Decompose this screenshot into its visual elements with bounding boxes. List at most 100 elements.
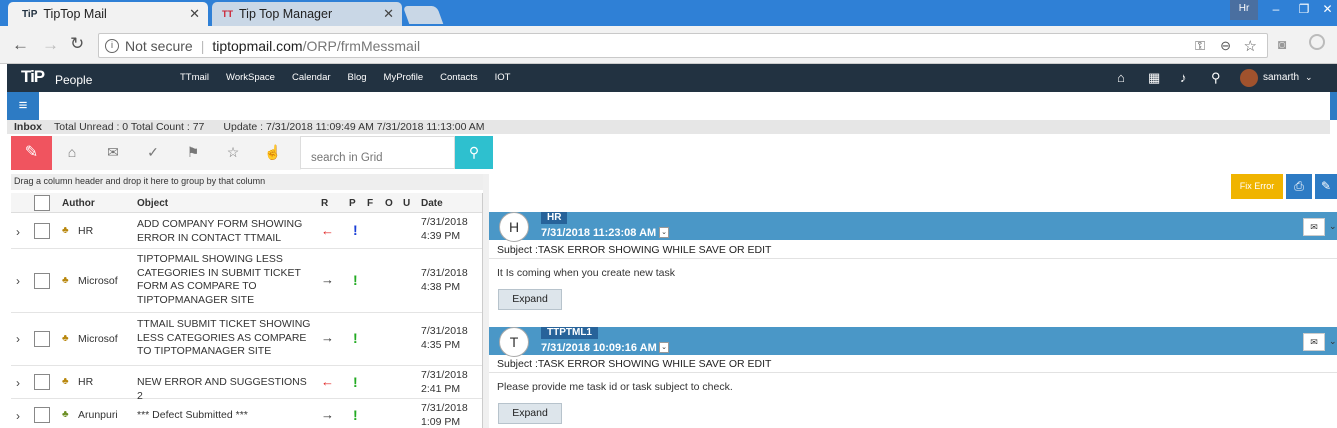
inbox-icon[interactable]: ⌂ (63, 144, 81, 162)
nav-contacts[interactable]: Contacts (440, 72, 478, 83)
reload-icon[interactable]: ↻ (70, 34, 84, 54)
info-icon[interactable]: i (105, 38, 119, 53)
nav-calendar[interactable]: Calendar (292, 72, 331, 83)
user-icon: ♣ (62, 225, 69, 236)
new-tab-button[interactable] (402, 6, 444, 24)
user-search-icon[interactable]: ⚲ (1211, 70, 1221, 86)
chevron-right-icon[interactable]: › (16, 376, 20, 390)
row-checkbox[interactable] (34, 273, 50, 289)
key-icon[interactable]: ⚿ (1195, 38, 1205, 54)
row-object[interactable]: *** Defect Submitted *** (137, 409, 315, 423)
star-icon[interactable]: ☆ (224, 144, 242, 162)
col-author[interactable]: Author (62, 198, 95, 209)
table-row[interactable]: › ♣ HR ADD COMPANY FORM SHOWING ERROR IN… (11, 214, 482, 249)
right-edge-accent (1330, 92, 1337, 120)
row-author: HR (78, 376, 94, 388)
chevron-down-icon[interactable]: ⌄ (659, 227, 669, 238)
row-object[interactable]: NEW ERROR AND SUGGESTIONS 2 (137, 376, 315, 403)
back-icon[interactable]: ← (12, 35, 29, 55)
divider (489, 258, 1337, 259)
table-row[interactable]: › ♣ Microsof TTMAIL SUBMIT TICKET SHOWIN… (11, 314, 482, 366)
app-navbar: TiP People TTmail WorkSpace Calendar Blo… (7, 64, 1330, 92)
address-bar[interactable]: i Not secure | tiptopmail.com/ORP/frmMes… (98, 33, 1268, 58)
bell-icon[interactable]: ♪ (1180, 70, 1187, 85)
grid-search-input[interactable] (300, 136, 455, 169)
chevron-right-icon[interactable]: › (16, 332, 20, 346)
extension-icon[interactable] (1309, 34, 1325, 50)
chevron-right-icon[interactable]: › (16, 409, 20, 423)
tab-tiptop-manager[interactable]: TT Tip Top Manager ✕ (212, 2, 402, 26)
row-checkbox[interactable] (34, 407, 50, 423)
col-date[interactable]: Date (421, 198, 443, 209)
row-checkbox[interactable] (34, 223, 50, 239)
chevron-down-icon[interactable]: ⌄ (1329, 336, 1337, 347)
print-icon[interactable]: ⎙ (1286, 174, 1312, 199)
chevron-down-icon[interactable]: ⌄ (1305, 72, 1313, 83)
expand-button[interactable]: Expand (498, 403, 562, 424)
tab-tiptop-mail[interactable]: TiP TipTop Mail ✕ (8, 2, 208, 26)
row-checkbox[interactable] (34, 374, 50, 390)
thumbs-up-icon[interactable]: ☝ (264, 144, 282, 162)
calendar-icon[interactable]: ▦ (1148, 70, 1160, 86)
table-row[interactable]: › ♣ HR NEW ERROR AND SUGGESTIONS 2 ← ! 7… (11, 367, 482, 402)
app-logo[interactable]: TiP (21, 67, 45, 87)
priority-icon: ! (353, 374, 358, 390)
nav-ttmail[interactable]: TTmail (180, 72, 209, 83)
bookmark-star-icon[interactable]: ☆ (1244, 37, 1257, 55)
menu-toggle-icon[interactable]: ≡ (7, 92, 39, 120)
avatar[interactable] (1240, 69, 1258, 87)
col-object[interactable]: Object (137, 198, 168, 209)
restore-icon[interactable]: ❐ (1290, 0, 1318, 20)
row-object[interactable]: ADD COMPANY FORM SHOWING ERROR IN CONTAC… (137, 218, 315, 245)
chevron-down-icon[interactable]: ⌄ (659, 342, 669, 353)
close-icon[interactable]: ✕ (383, 6, 394, 22)
edit-icon[interactable]: ✎ (1315, 174, 1337, 199)
table-row[interactable]: › ♣ Arunpuri *** Defect Submitted *** → … (11, 400, 482, 428)
col-u[interactable]: U (403, 198, 410, 209)
chevron-right-icon[interactable]: › (16, 274, 20, 288)
forward-icon[interactable]: → (42, 35, 59, 55)
message-actions-icon[interactable]: ✉ (1303, 333, 1325, 351)
sender-avatar: T (499, 327, 529, 357)
select-all-checkbox[interactable] (34, 195, 50, 211)
chevron-right-icon[interactable]: › (16, 225, 20, 239)
col-o[interactable]: O (385, 198, 393, 209)
row-object[interactable]: TTMAIL SUBMIT TICKET SHOWING LESS CATEGO… (137, 318, 315, 359)
user-name[interactable]: samarth (1263, 72, 1299, 83)
priority-icon: ! (353, 407, 358, 423)
home-icon[interactable]: ⌂ (1117, 70, 1125, 85)
minimize-icon[interactable]: – (1262, 0, 1290, 20)
check-circle-icon[interactable]: ✓ (144, 144, 162, 162)
main-nav: TTmail WorkSpace Calendar Blog MyProfile… (180, 72, 527, 83)
row-object[interactable]: TIPTOPMAIL SHOWING LESS CATEGORIES IN SU… (137, 253, 315, 307)
table-row[interactable]: › ♣ Microsof TIPTOPMAIL SHOWING LESS CAT… (11, 250, 482, 313)
col-f[interactable]: F (367, 198, 373, 209)
message-body: It Is coming when you create new task (497, 267, 676, 279)
close-window-icon[interactable]: ✕ (1318, 0, 1337, 20)
zoom-icon[interactable]: ⊖ (1220, 38, 1231, 54)
row-checkbox[interactable] (34, 331, 50, 347)
user-group-icon: ♣ (62, 409, 69, 420)
fix-error-button[interactable]: Fix Error (1231, 174, 1283, 199)
col-r[interactable]: R (321, 198, 328, 209)
nav-myprofile[interactable]: MyProfile (384, 72, 424, 83)
profile-badge[interactable]: Hr (1230, 0, 1258, 20)
forward-arrow-icon: → (321, 272, 334, 287)
inbox-status-bar: Inbox Total Unread : 0 Total Count : 77 … (7, 120, 1330, 134)
close-icon[interactable]: ✕ (189, 6, 200, 22)
camera-icon[interactable]: ◙ (1278, 36, 1286, 52)
compose-pencil-icon[interactable]: ✎ (11, 136, 52, 170)
nav-workspace[interactable]: WorkSpace (226, 72, 275, 83)
expand-button[interactable]: Expand (498, 289, 562, 310)
col-p[interactable]: P (349, 198, 356, 209)
search-icon[interactable]: ⚲ (455, 136, 493, 169)
nav-blog[interactable]: Blog (348, 72, 367, 83)
message-actions-icon[interactable]: ✉ (1303, 218, 1325, 236)
inbox-label: Inbox (14, 121, 42, 133)
flag-icon[interactable]: ⚑ (184, 144, 202, 162)
envelope-icon[interactable]: ✉ (104, 144, 122, 162)
sender-name: HR (541, 212, 568, 224)
tab-title: TipTop Mail (43, 7, 107, 21)
nav-iot[interactable]: IOT (495, 72, 511, 83)
chevron-down-icon[interactable]: ⌄ (1329, 221, 1337, 232)
